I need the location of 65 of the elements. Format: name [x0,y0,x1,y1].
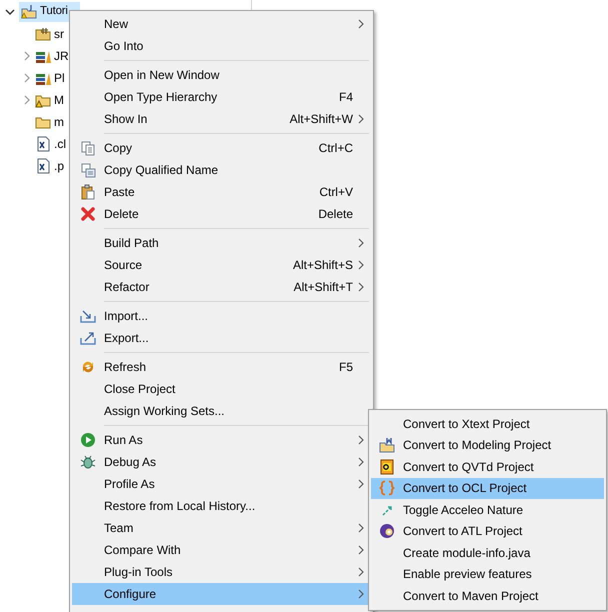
shortcut-label: Ctrl+C [318,140,353,157]
menu-item[interactable]: Open Type Hierarchy F4 [72,86,369,108]
shortcut-label: Alt+Shift+S [292,257,353,274]
menu-item[interactable]: Toggle Acceleo Nature [371,499,604,520]
menu-item[interactable]: Source Alt+Shift+S [72,254,369,276]
menu-item[interactable]: Convert to QVTd Project [371,456,604,478]
menu-item[interactable]: Assign Working Sets... [72,400,369,422]
menu-item[interactable]: Run As [72,429,369,451]
paste-icon [80,184,96,200]
menu-item[interactable]: Team [72,517,369,539]
menu-item[interactable]: Convert to Modeling Project [371,434,604,456]
xml-file-icon [35,158,51,174]
tree-item[interactable]: Pl [54,69,65,87]
import-icon [80,308,96,324]
debug-icon [80,454,96,470]
menu-item[interactable]: Close Project [72,378,369,400]
shortcut-label: F5 [338,359,353,376]
shortcut-label: Delete [318,206,353,223]
project-folder-icon [21,4,37,20]
menu-item[interactable]: Enable preview features [371,564,604,585]
export-icon [80,330,96,346]
menu-item[interactable]: Build Path [72,232,369,254]
tree-item[interactable]: sr [54,25,64,43]
copy-icon [80,140,96,156]
delete-icon [80,206,96,222]
menu-item[interactable]: Convert to OCL Project [371,478,604,499]
tree-item[interactable]: JR [54,47,69,65]
tree-item[interactable]: .p [54,157,64,175]
modeling-icon [379,437,395,454]
menu-item[interactable]: Convert to Xtext Project [371,413,604,434]
menu-item[interactable]: Import... [72,305,369,327]
menu-item[interactable]: Export... [72,327,369,349]
tree-item[interactable]: .cl [54,135,66,153]
menu-item[interactable]: Delete Delete [72,203,369,225]
menu-item[interactable]: Debug As [72,451,369,473]
shortcut-label: Alt+Shift+T [294,279,353,296]
ocl-icon [379,480,395,496]
qvtd-icon [379,458,395,475]
shortcut-label: F4 [338,89,353,106]
menu-item[interactable]: Copy Qualified Name [72,159,369,181]
copy-name-icon [80,162,96,178]
menu-item[interactable]: Paste Ctrl+V [72,181,369,203]
menu-item[interactable]: Show In Alt+Shift+W [72,108,369,130]
shortcut-label: Ctrl+V [319,184,353,201]
menu-item[interactable]: Go Into [72,35,369,57]
shortcut-label: Alt+Shift+W [290,111,353,128]
tree-item[interactable]: M [54,91,64,109]
xml-file-icon [35,136,51,152]
menu-item[interactable]: Open in New Window [72,64,369,86]
menu-item[interactable]: Refactor Alt+Shift+T [72,276,369,298]
tree-item[interactable]: m [54,113,64,131]
menu-item[interactable]: Restore from Local History... [72,495,369,517]
menu-item[interactable]: Copy Ctrl+C [72,137,369,159]
package-folder-icon [35,26,51,42]
menu-item[interactable]: Refresh F5 [72,356,369,378]
refresh-icon [80,359,96,375]
menu-item[interactable]: Create module-info.java [371,542,604,564]
menu-item[interactable]: Convert to ATL Project [371,520,604,542]
menu-item[interactable]: Profile As [72,473,369,495]
menu-item[interactable]: Plug-in Tools [72,561,369,583]
menu-item[interactable]: Compare With [72,539,369,561]
menu-item[interactable]: Configure [72,583,369,605]
atl-icon [379,523,395,540]
run-icon [80,432,96,448]
menu-item[interactable]: Convert to Maven Project [371,585,604,606]
